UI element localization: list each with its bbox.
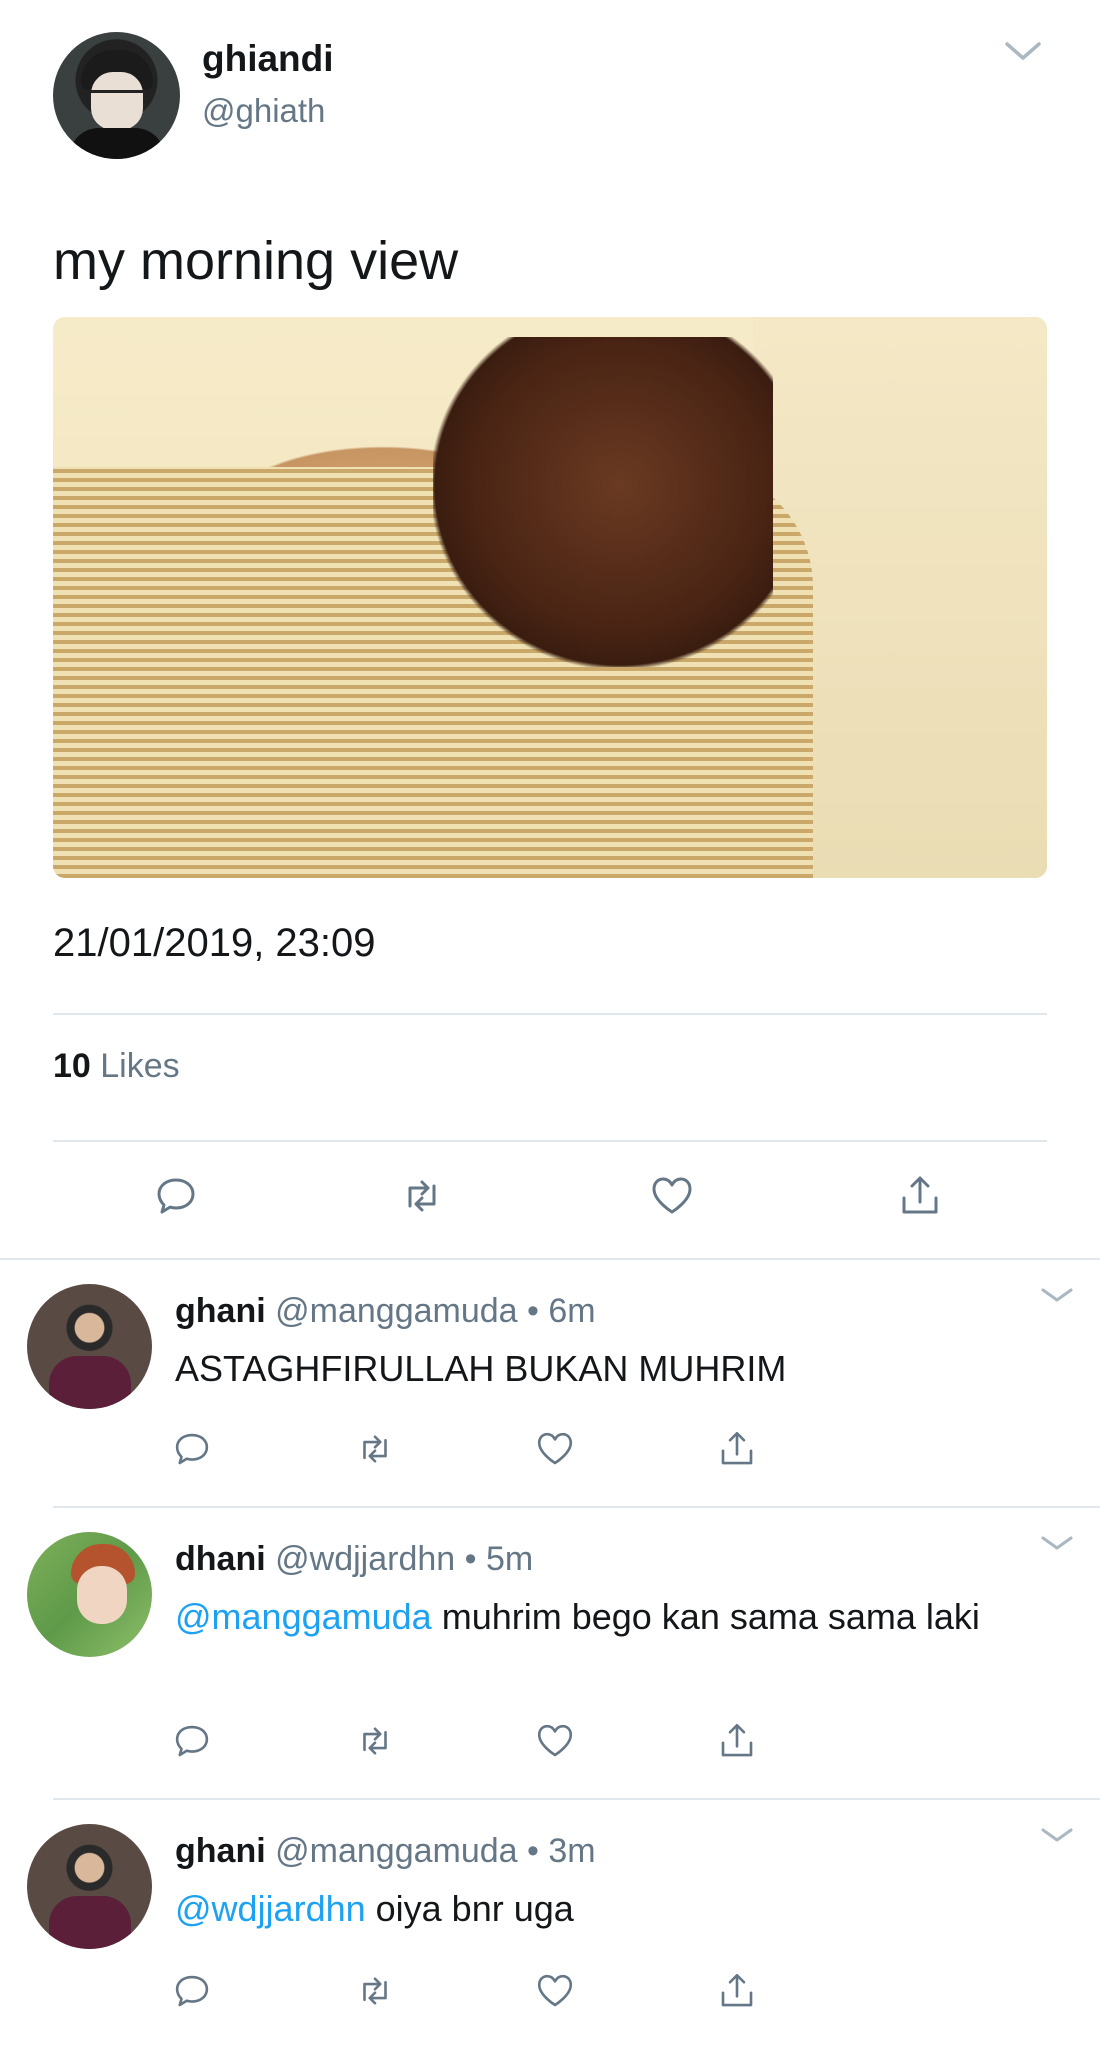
- likes-count: 10: [53, 1047, 91, 1085]
- author-display-name[interactable]: ghiandi: [202, 38, 334, 80]
- retweet-icon[interactable]: [354, 1970, 396, 2012]
- reply-icon[interactable]: [171, 1720, 213, 1762]
- chevron-down-icon[interactable]: [1040, 1824, 1074, 1846]
- tweet-text: my morning view: [53, 231, 459, 291]
- reply-text: ASTAGHFIRULLAH BUKAN MUHRIM: [175, 1346, 1015, 1392]
- retweet-icon[interactable]: [354, 1720, 396, 1762]
- tweet-photo[interactable]: [53, 317, 1047, 878]
- like-icon[interactable]: [534, 1720, 576, 1762]
- chevron-down-icon[interactable]: [1040, 1532, 1074, 1554]
- tweet-timestamp[interactable]: 21/01/2019, 23:09: [53, 921, 376, 966]
- reply-body: muhrim bego kan sama sama laki: [431, 1596, 980, 1637]
- avatar[interactable]: [27, 1532, 152, 1657]
- likes-link[interactable]: 10 Likes: [53, 1047, 180, 1086]
- reply-meta: @wdjjardhn • 5m: [275, 1540, 534, 1578]
- reply-text: @wdjjardhn oiya bnr uga: [175, 1886, 1015, 1932]
- reply-header: dhani @wdjjardhn • 5m: [175, 1540, 533, 1579]
- chevron-down-icon[interactable]: [1003, 36, 1043, 66]
- reply-text: @manggamuda muhrim bego kan sama sama la…: [175, 1594, 1015, 1640]
- reply-icon[interactable]: [171, 1428, 213, 1470]
- likes-label: Likes: [90, 1047, 180, 1085]
- reply-icon[interactable]: [152, 1172, 200, 1220]
- share-icon[interactable]: [896, 1172, 944, 1220]
- retweet-icon[interactable]: [398, 1172, 446, 1220]
- reply-mention[interactable]: @wdjjardhn: [175, 1888, 366, 1929]
- share-icon[interactable]: [716, 1970, 758, 2012]
- reply-header: ghani @manggamuda • 6m: [175, 1292, 596, 1331]
- author-handle[interactable]: @ghiath: [202, 92, 325, 130]
- chevron-down-icon[interactable]: [1040, 1284, 1074, 1306]
- divider: [53, 1140, 1047, 1142]
- reply-tweet[interactable]: ghani @manggamuda • 6m ASTAGHFIRULLAH BU…: [0, 1258, 1100, 1506]
- main-tweet: ghiandi @ghiath my morning view 21/01/20…: [0, 0, 1100, 1258]
- retweet-icon[interactable]: [354, 1428, 396, 1470]
- divider: [53, 1013, 1047, 1015]
- like-icon[interactable]: [534, 1970, 576, 2012]
- reply-author-name[interactable]: ghani: [175, 1292, 266, 1330]
- reply-body: ASTAGHFIRULLAH BUKAN MUHRIM: [175, 1348, 787, 1389]
- like-icon[interactable]: [534, 1428, 576, 1470]
- avatar[interactable]: [27, 1284, 152, 1409]
- reply-author-name[interactable]: ghani: [175, 1832, 266, 1870]
- share-icon[interactable]: [716, 1720, 758, 1762]
- reply-body: oiya bnr uga: [365, 1888, 574, 1929]
- reply-header: ghani @manggamuda • 3m: [175, 1832, 596, 1871]
- reply-tweet[interactable]: dhani @wdjjardhn • 5m @manggamuda muhrim…: [0, 1506, 1100, 1798]
- avatar[interactable]: [27, 1824, 152, 1949]
- share-icon[interactable]: [716, 1428, 758, 1470]
- reply-meta: @manggamuda • 6m: [275, 1292, 596, 1330]
- reply-mention[interactable]: @manggamuda: [175, 1596, 432, 1637]
- avatar[interactable]: [53, 32, 180, 159]
- reply-meta: @manggamuda • 3m: [275, 1832, 596, 1870]
- reply-tweet[interactable]: ghani @manggamuda • 3m @wdjjardhn oiya b…: [0, 1798, 1100, 2048]
- reply-icon[interactable]: [171, 1970, 213, 2012]
- reply-author-name[interactable]: dhani: [175, 1540, 266, 1578]
- like-icon[interactable]: [648, 1172, 696, 1220]
